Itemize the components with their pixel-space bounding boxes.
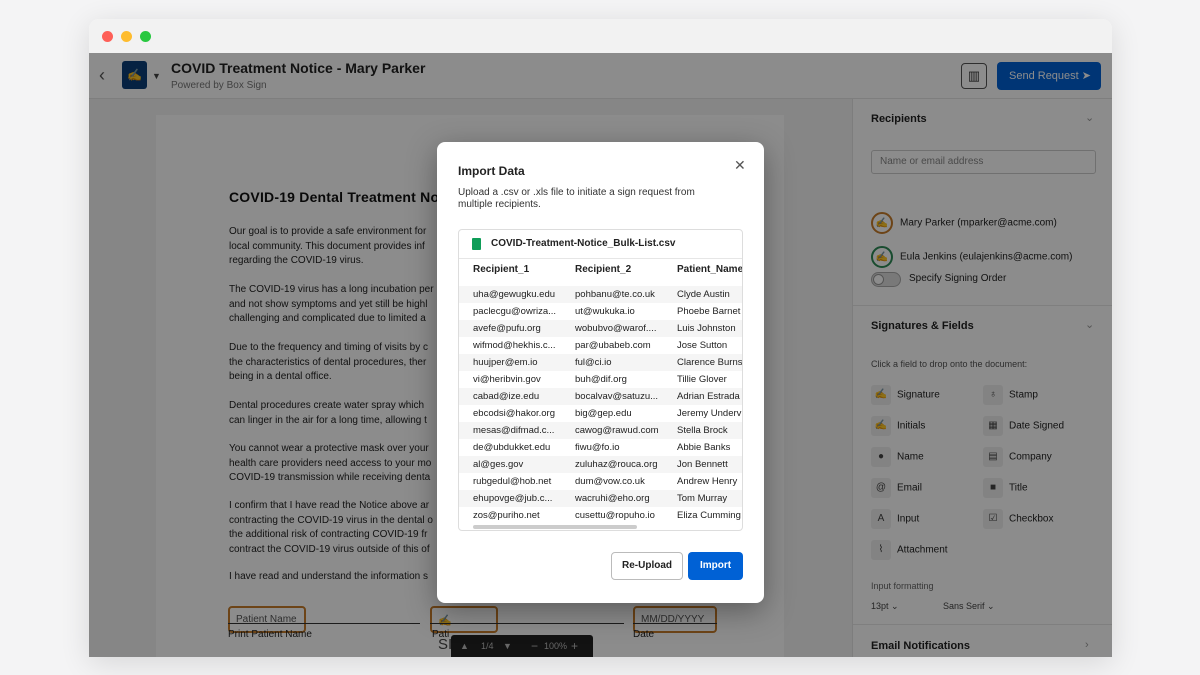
column-header: Patient_Name <box>677 264 743 275</box>
maximize-window-button[interactable] <box>140 31 151 42</box>
table-row: ebcodsi@hakor.org big@gep.edu Jeremy Under… <box>459 405 742 422</box>
table-row: rubgedul@hob.net dum@vow.co.uk Andrew Henr… <box>459 473 742 490</box>
app-window: ‹ ✍ ▼ COVID Treatment Notice - Mary Park… <box>89 19 1112 657</box>
window-titlebar <box>89 19 1112 53</box>
table-cell: par@ubabeb.com <box>575 340 651 351</box>
table-cell: Stella Brock <box>677 425 728 436</box>
table-row: de@ubdukket.edu fiwu@fo.io Abbie Banks <box>459 439 742 456</box>
table-cell: paclecgu@owriza... <box>473 306 557 317</box>
table-cell: mesas@difmad.c... <box>473 425 555 436</box>
close-icon[interactable]: ✕ <box>734 157 746 174</box>
table-cell: cabad@ize.edu <box>473 391 540 402</box>
table-cell: de@ubdukket.edu <box>473 442 551 453</box>
table-cell: wobubvo@warof.... <box>575 323 657 334</box>
table-row: cabad@ize.edu bocalvav@satuzu... Adrian Es… <box>459 388 742 405</box>
table-row: wifmod@hekhis.c... par@ubabeb.com Jose Sut… <box>459 337 742 354</box>
table-cell: uha@gewugku.edu <box>473 289 556 300</box>
column-header: Recipient_2 <box>575 264 632 275</box>
table-cell: rubgedul@hob.net <box>473 476 552 487</box>
table-cell: Jon Bennett <box>677 459 728 470</box>
dialog-description: Upload a .csv or .xls file to initiate a… <box>458 187 695 210</box>
table-header-row: Recipient_1 Recipient_2 Patient_Name <box>473 264 743 281</box>
file-name: COVID-Treatment-Notice_Bulk-List.csv <box>491 238 676 249</box>
table-cell: ebcodsi@hakor.org <box>473 408 555 419</box>
table-cell: al@ges.gov <box>473 459 524 470</box>
close-window-button[interactable] <box>102 31 113 42</box>
table-cell: cawog@rawud.com <box>575 425 659 436</box>
table-cell: Jose Sutton <box>677 340 728 351</box>
table-cell: Eliza Cumming <box>677 510 741 521</box>
table-cell: dum@vow.co.uk <box>575 476 645 487</box>
table-cell: huujper@em.io <box>473 357 538 368</box>
table-cell: Adrian Estrada <box>677 391 740 402</box>
table-row: huujper@em.io ful@ci.io Clarence Burns <box>459 354 743 371</box>
table-row: zos@puriho.net cusettu@ropuho.io Eliza Cum… <box>459 507 742 524</box>
column-header: Recipient_1 <box>473 264 530 275</box>
table-cell: Phoebe Barnet <box>677 306 741 317</box>
table-row: vi@heribvin.gov buh@dif.org Tillie Glover <box>459 371 742 388</box>
table-cell: fiwu@fo.io <box>575 442 620 453</box>
re-upload-button[interactable]: Re-Upload <box>611 552 683 580</box>
table-cell: ful@ci.io <box>575 357 612 368</box>
spreadsheet-icon <box>472 238 481 250</box>
table-cell: vi@heribvin.gov <box>473 374 541 385</box>
file-preview[interactable]: COVID-Treatment-Notice_Bulk-List.csv Rec… <box>458 229 743 531</box>
table-cell: avefe@pufu.org <box>473 323 541 334</box>
table-cell: zos@puriho.net <box>473 510 540 521</box>
table-cell: pohbanu@te.co.uk <box>575 289 655 300</box>
table-row: mesas@difmad.c... cawog@rawud.com Stella B… <box>459 422 742 439</box>
table-cell: buh@dif.org <box>575 374 627 385</box>
table-row: paclecgu@owriza... ut@wukuka.io Phoebe Bar… <box>459 303 742 320</box>
table-cell: ut@wukuka.io <box>575 306 635 317</box>
table-cell: zuluhaz@rouca.org <box>575 459 658 470</box>
import-button[interactable]: Import <box>688 552 743 580</box>
table-cell: cusettu@ropuho.io <box>575 510 655 521</box>
horizontal-scrollbar[interactable] <box>473 525 637 529</box>
table-cell: Jeremy Underv <box>677 408 742 419</box>
table-cell: bocalvav@satuzu... <box>575 391 659 402</box>
table-cell: Abbie Banks <box>677 442 731 453</box>
table-cell: Tillie Glover <box>677 374 727 385</box>
minimize-window-button[interactable] <box>121 31 132 42</box>
table-cell: Clarence Burns <box>677 357 743 368</box>
table-cell: wacruhi@eho.org <box>575 493 650 504</box>
file-header: COVID-Treatment-Notice_Bulk-List.csv <box>459 230 742 259</box>
table-cell: Luis Johnston <box>677 323 736 334</box>
table-cell: wifmod@hekhis.c... <box>473 340 556 351</box>
table-cell: Tom Murray <box>677 493 728 504</box>
table-row: avefe@pufu.org wobubvo@warof.... Luis John… <box>459 320 742 337</box>
import-data-dialog: Import Data ✕ Upload a .csv or .xls file… <box>437 142 764 603</box>
table-row: ehupovge@jub.c... wacruhi@eho.org Tom Murr… <box>459 490 742 507</box>
table-cell: Andrew Henry <box>677 476 738 487</box>
table-cell: big@gep.edu <box>575 408 632 419</box>
table-row: al@ges.gov zuluhaz@rouca.org Jon Bennett <box>459 456 742 473</box>
dialog-title: Import Data <box>458 164 525 178</box>
table-cell: ehupovge@jub.c... <box>473 493 553 504</box>
table-row: uha@gewugku.edu pohbanu@te.co.uk Clyde Aus… <box>459 286 742 303</box>
table-cell: Clyde Austin <box>677 289 730 300</box>
